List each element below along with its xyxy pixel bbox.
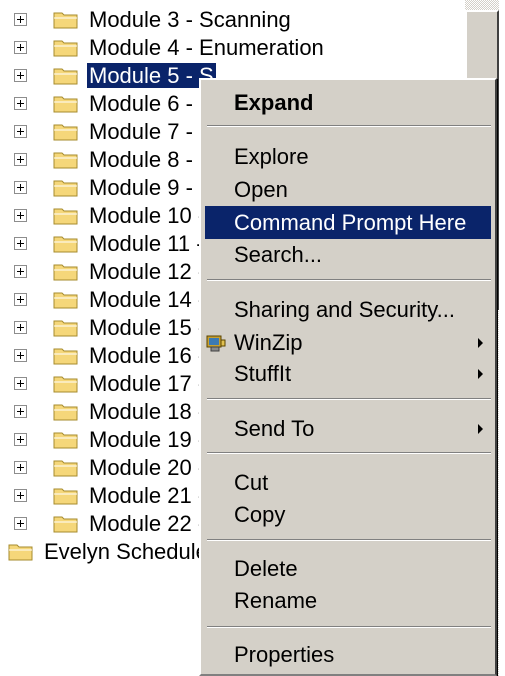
window-edge bbox=[499, 0, 505, 676]
folder-icon bbox=[53, 180, 78, 197]
tree-item-label[interactable]: Module 7 - S bbox=[87, 119, 216, 144]
tree-item-label[interactable]: Module 11 - bbox=[87, 231, 206, 256]
folder-icon bbox=[53, 208, 78, 225]
menu-item-expand[interactable]: Expand bbox=[205, 86, 491, 119]
expand-plus-icon[interactable] bbox=[14, 405, 27, 418]
expand-plus-icon[interactable] bbox=[14, 461, 27, 474]
expand-plus-icon[interactable] bbox=[14, 13, 27, 26]
menu-separator bbox=[207, 452, 491, 454]
folder-icon bbox=[53, 376, 78, 393]
tree-item-label[interactable]: Evelyn Schedule bbox=[42, 539, 210, 564]
expand-plus-icon[interactable] bbox=[14, 433, 27, 446]
menu-item-properties[interactable]: Properties bbox=[205, 638, 491, 671]
winzip-icon bbox=[206, 335, 226, 352]
expand-plus-icon[interactable] bbox=[14, 41, 27, 54]
submenu-arrow-icon bbox=[478, 338, 483, 348]
folder-icon bbox=[53, 460, 78, 477]
folder-icon bbox=[53, 320, 78, 337]
folder-icon bbox=[53, 236, 78, 253]
menu-item-label: WinZip bbox=[234, 330, 303, 355]
folder-icon bbox=[53, 12, 78, 29]
expand-plus-icon[interactable] bbox=[14, 489, 27, 502]
context-menu: Expand Explore Open Command Prompt Here … bbox=[199, 78, 497, 676]
tree-item-label[interactable]: Module 6 - T bbox=[87, 91, 214, 116]
folder-icon bbox=[53, 264, 78, 281]
folder-icon bbox=[53, 516, 78, 533]
menu-item-stuffit[interactable]: StuffIt bbox=[205, 357, 491, 390]
expand-plus-icon[interactable] bbox=[14, 209, 27, 222]
tree-item-label[interactable]: Module 14 - bbox=[87, 287, 207, 312]
folder-icon bbox=[53, 40, 78, 57]
tree-item-label[interactable]: Module 21 - bbox=[87, 483, 207, 508]
menu-item-explore[interactable]: Explore bbox=[205, 140, 491, 173]
tree-item-label[interactable]: Module 12 - bbox=[87, 259, 207, 284]
expand-plus-icon[interactable] bbox=[14, 97, 27, 110]
menu-item-send-to[interactable]: Send To bbox=[205, 412, 491, 445]
expand-plus-icon[interactable] bbox=[14, 349, 27, 362]
tree-item-label[interactable]: Module 19 - bbox=[87, 427, 207, 452]
menu-separator bbox=[207, 279, 491, 281]
menu-item-copy[interactable]: Copy bbox=[205, 498, 491, 531]
submenu-arrow-icon bbox=[478, 424, 483, 434]
menu-item-cut[interactable]: Cut bbox=[205, 466, 491, 499]
menu-item-delete[interactable]: Delete bbox=[205, 552, 491, 585]
menu-item-rename[interactable]: Rename bbox=[205, 584, 491, 617]
folder-icon bbox=[53, 404, 78, 421]
expand-plus-icon[interactable] bbox=[14, 125, 27, 138]
submenu-arrow-icon bbox=[478, 369, 483, 379]
menu-item-sharing-and-security[interactable]: Sharing and Security... bbox=[205, 293, 491, 326]
tree-item-label[interactable]: Module 9 - S bbox=[87, 175, 216, 200]
folder-icon bbox=[53, 488, 78, 505]
menu-separator bbox=[207, 398, 491, 400]
tree-item-label[interactable]: Module 18 - bbox=[87, 399, 207, 424]
folder-icon bbox=[53, 348, 78, 365]
menu-item-label: StuffIt bbox=[234, 361, 292, 386]
tree-item-label[interactable]: Module 10 - bbox=[87, 203, 207, 228]
expand-plus-icon[interactable] bbox=[14, 517, 27, 530]
menu-item-winzip[interactable]: WinZip bbox=[205, 326, 491, 359]
tree-item-label[interactable]: Module 22 - bbox=[87, 511, 207, 536]
menu-item-label: Send To bbox=[234, 416, 315, 441]
menu-separator bbox=[207, 125, 491, 127]
folder-icon bbox=[53, 124, 78, 141]
tree-item-label[interactable]: Module 8 - D bbox=[87, 147, 217, 172]
tree-item-module-4[interactable]: Module 4 - Enumeration bbox=[0, 34, 460, 62]
folder-icon bbox=[53, 96, 78, 113]
menu-item-open[interactable]: Open bbox=[205, 173, 491, 206]
tree-item-label[interactable]: Module 17 - bbox=[87, 371, 207, 396]
expand-plus-icon[interactable] bbox=[14, 321, 27, 334]
tree-item-label[interactable]: Module 16 - bbox=[87, 343, 207, 368]
expand-plus-icon[interactable] bbox=[14, 377, 27, 390]
expand-plus-icon[interactable] bbox=[14, 69, 27, 82]
folder-icon bbox=[53, 68, 78, 85]
tree-item-label[interactable]: Module 15 - bbox=[87, 315, 207, 340]
menu-item-command-prompt-here[interactable]: Command Prompt Here bbox=[205, 206, 491, 239]
menu-separator bbox=[207, 539, 491, 541]
folder-icon bbox=[53, 292, 78, 309]
expand-plus-icon[interactable] bbox=[14, 265, 27, 278]
folder-icon bbox=[53, 432, 78, 449]
tree-item-module-3[interactable]: Module 3 - Scanning bbox=[0, 6, 460, 34]
expand-plus-icon[interactable] bbox=[14, 181, 27, 194]
tree-item-label[interactable]: Module 4 - Enumeration bbox=[87, 35, 326, 60]
folder-icon bbox=[8, 544, 33, 561]
menu-item-search[interactable]: Search... bbox=[205, 238, 491, 271]
menu-separator bbox=[207, 626, 491, 628]
tree-item-label[interactable]: Module 20 - bbox=[87, 455, 207, 480]
expand-plus-icon[interactable] bbox=[14, 237, 27, 250]
tree-item-label[interactable]: Module 3 - Scanning bbox=[87, 7, 293, 32]
folder-icon bbox=[53, 152, 78, 169]
tree-item-label[interactable]: Module 5 - S bbox=[86, 62, 217, 89]
expand-plus-icon[interactable] bbox=[14, 153, 27, 166]
expand-plus-icon[interactable] bbox=[14, 293, 27, 306]
